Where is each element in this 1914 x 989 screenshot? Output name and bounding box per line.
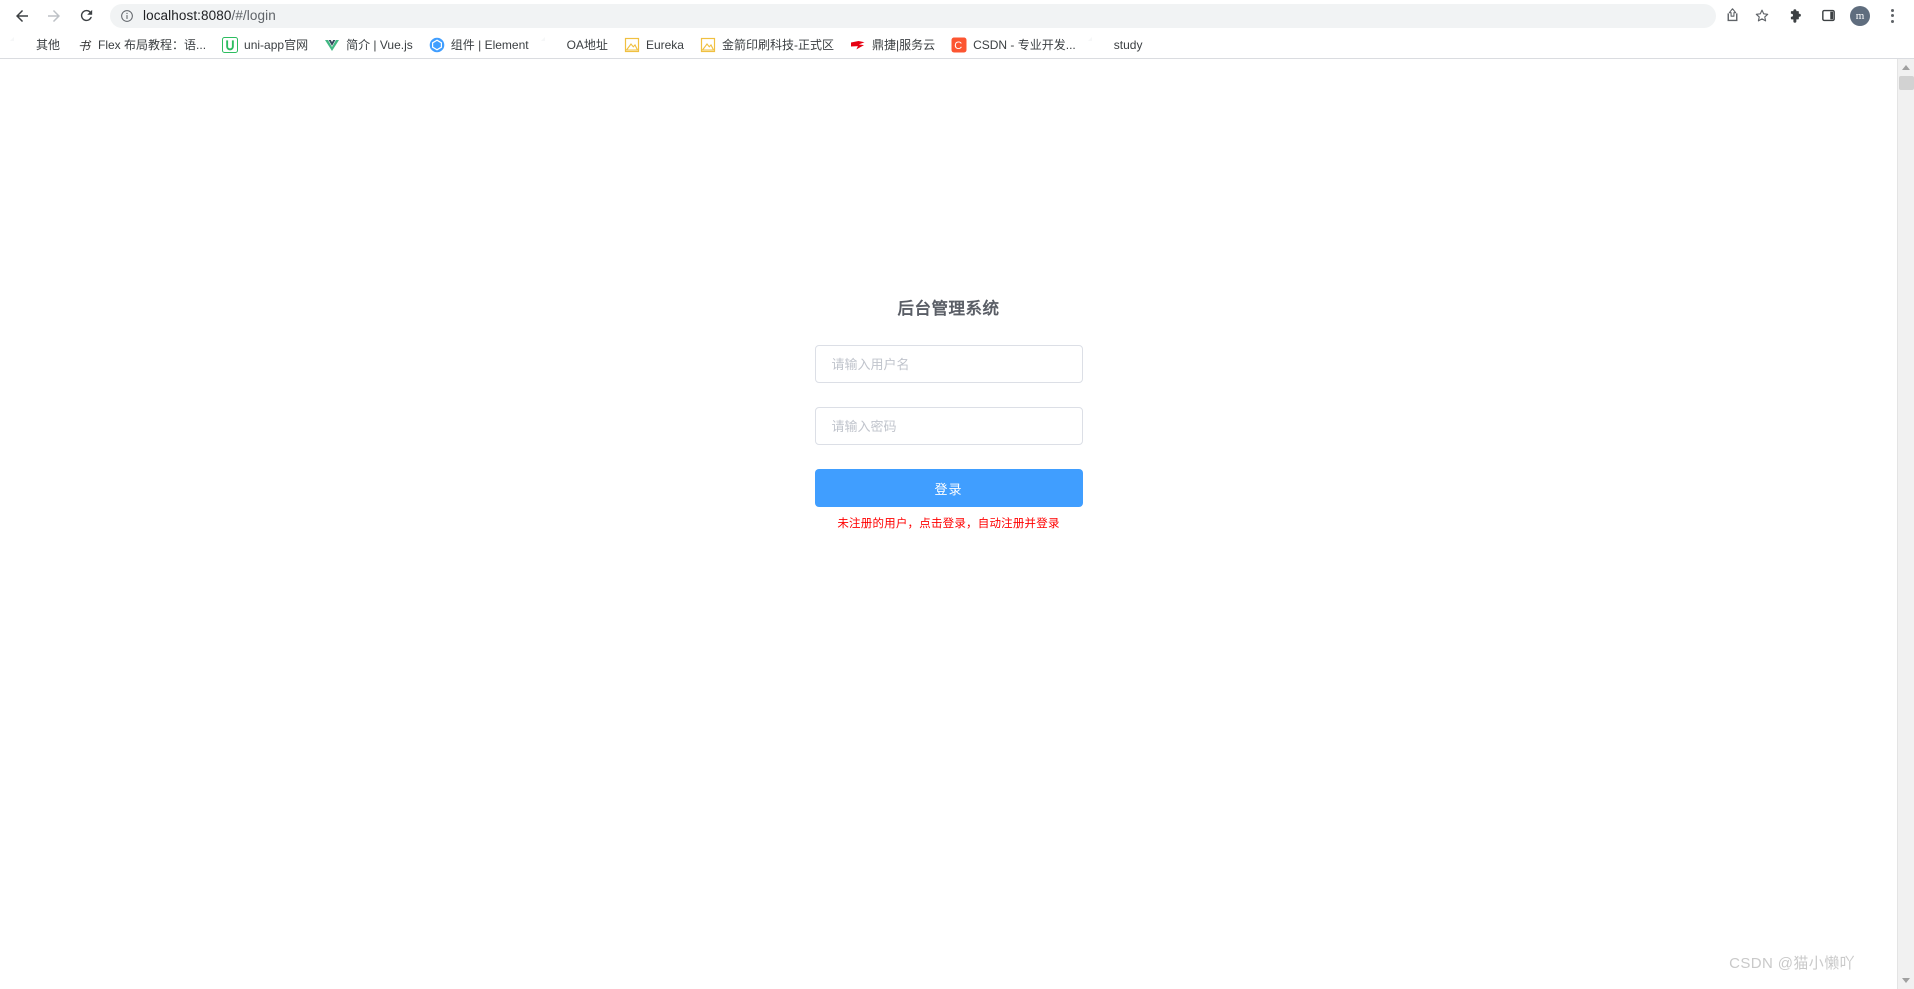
forward-button[interactable] xyxy=(38,2,70,30)
folder-icon xyxy=(14,37,30,53)
star-icon xyxy=(1755,9,1769,21)
password-input[interactable] xyxy=(829,417,1068,435)
page-title: 后台管理系统 xyxy=(897,300,1000,318)
bookmark-item-digiwin-cloud[interactable]: 鼎捷|服务云 xyxy=(842,34,943,56)
chevron-up-icon xyxy=(1902,65,1910,70)
page-scrollbar[interactable] xyxy=(1897,59,1914,989)
forward-arrow-icon xyxy=(48,9,60,22)
element-icon xyxy=(429,37,445,52)
username-field[interactable] xyxy=(814,345,1083,383)
site-info-icon[interactable] xyxy=(120,9,134,23)
digiwin-icon xyxy=(850,40,865,49)
vue-icon xyxy=(325,39,340,51)
generic-page-icon xyxy=(624,37,640,52)
bookmark-label: CSDN - 专业开发... xyxy=(973,37,1076,52)
register-hint-text: 未注册的用户，点击登录，自动注册并登录 xyxy=(837,518,1060,530)
bookmark-label: 其他 xyxy=(36,37,61,52)
extensions-button[interactable] xyxy=(1782,3,1810,29)
url-path: /#/login xyxy=(231,8,276,23)
bookmark-label: OA地址 xyxy=(566,37,608,52)
browser-window: localhost:8080/#/login m 其他 书 Flex 布局教程：… xyxy=(0,0,1914,989)
side-panel-button[interactable] xyxy=(1814,3,1842,29)
folder-icon xyxy=(1092,37,1108,53)
chrome-menu-button[interactable] xyxy=(1878,3,1906,29)
bookmark-label: study xyxy=(1113,37,1143,52)
puzzle-icon xyxy=(1790,8,1801,23)
svg-text:书: 书 xyxy=(78,39,92,53)
bookmark-item-uniapp[interactable]: uni-app官网 xyxy=(214,34,316,56)
bookmark-item-oa[interactable]: OA地址 xyxy=(537,34,616,56)
bookmark-label: Eureka xyxy=(645,37,684,52)
bookmark-label: 组件 | Element xyxy=(450,37,529,52)
kebab-menu-icon xyxy=(1890,8,1894,23)
csdn-icon: C xyxy=(951,37,967,52)
bookmark-label: 鼎捷|服务云 xyxy=(871,37,936,52)
omnibox-actions xyxy=(1718,3,1776,29)
username-input[interactable] xyxy=(829,355,1068,373)
browser-toolbar: localhost:8080/#/login m xyxy=(0,0,1914,31)
password-field[interactable] xyxy=(814,407,1083,445)
login-form: 后台管理系统 登录 未注册的用户，点击登录，自动注册并登录 xyxy=(814,295,1083,531)
bookmark-label: 金箭印刷科技-正式区 xyxy=(721,37,834,52)
address-bar[interactable]: localhost:8080/#/login xyxy=(110,3,1716,28)
back-arrow-icon xyxy=(16,9,28,22)
share-icon xyxy=(1727,8,1737,22)
bookmark-item-element[interactable]: 组件 | Element xyxy=(421,34,537,56)
url-text: localhost:8080/#/login xyxy=(143,8,276,23)
bookmark-label: uni-app官网 xyxy=(244,37,309,52)
bookmark-item-study[interactable]: study xyxy=(1084,34,1151,56)
bookmark-item-other[interactable]: 其他 xyxy=(6,34,68,56)
login-page: 后台管理系统 登录 未注册的用户，点击登录，自动注册并登录 CSDN @猫小懒吖 xyxy=(0,59,1897,989)
bookmark-label: 简介 | Vue.js xyxy=(346,37,413,52)
bookmark-item-eureka[interactable]: Eureka xyxy=(616,34,692,56)
scroll-up-button[interactable] xyxy=(1898,59,1914,76)
svg-text:C: C xyxy=(954,40,962,52)
scroll-down-button[interactable] xyxy=(1898,972,1914,989)
reload-button[interactable] xyxy=(70,2,102,30)
uniapp-icon xyxy=(222,36,239,53)
avatar: m xyxy=(1850,5,1870,26)
bookmark-item-flex-tutorial[interactable]: 书 Flex 布局教程：语... xyxy=(68,34,214,56)
page-viewport: 后台管理系统 登录 未注册的用户，点击登录，自动注册并登录 CSDN @猫小懒吖 xyxy=(0,59,1914,989)
side-panel-icon xyxy=(1821,9,1835,22)
login-button[interactable]: 登录 xyxy=(814,469,1083,507)
scrollbar-thumb[interactable] xyxy=(1899,76,1914,90)
bookmark-star-button[interactable] xyxy=(1748,3,1776,29)
bookmark-item-vuejs[interactable]: 简介 | Vue.js xyxy=(316,34,421,56)
profile-button[interactable]: m xyxy=(1846,3,1874,29)
login-container: 后台管理系统 登录 未注册的用户，点击登录，自动注册并登录 xyxy=(0,295,1897,531)
folder-icon xyxy=(545,37,561,53)
generic-page-icon xyxy=(700,37,716,52)
back-button[interactable] xyxy=(6,2,38,30)
bookmark-item-csdn[interactable]: C CSDN - 专业开发... xyxy=(943,34,1084,56)
bookmark-label: Flex 布局教程：语... xyxy=(98,37,207,52)
toolbar-right-actions: m xyxy=(1776,3,1906,29)
bookmark-item-jinjian-printing[interactable]: 金箭印刷科技-正式区 xyxy=(692,34,842,56)
url-host: localhost:8080 xyxy=(143,8,232,23)
share-button[interactable] xyxy=(1718,3,1746,29)
watermark: CSDN @猫小懒吖 xyxy=(1729,955,1855,972)
reload-icon xyxy=(80,9,92,22)
book-icon: 书 xyxy=(78,39,92,53)
bookmarks-bar: 其他 书 Flex 布局教程：语... uni-app官网 简介 | Vue.j… xyxy=(0,31,1914,59)
chevron-down-icon xyxy=(1902,978,1910,983)
